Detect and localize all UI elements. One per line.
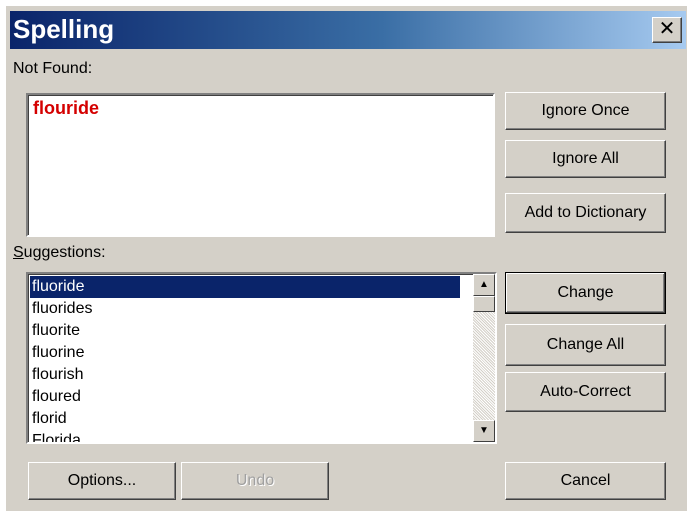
- ignore-all-label: Ignore All: [552, 150, 619, 167]
- spelling-dialog: Spelling ✕ Not Found: flouride Ignore On…: [6, 6, 687, 511]
- ignore-all-button[interactable]: Ignore All: [505, 140, 666, 178]
- up-arrow-icon: ▲: [479, 279, 489, 290]
- add-to-dictionary-button[interactable]: Add to Dictionary: [505, 193, 666, 233]
- list-item[interactable]: fluorides: [30, 298, 460, 320]
- list-item[interactable]: flourish: [30, 364, 460, 386]
- suggestions-label-text: uggestions:: [23, 244, 106, 261]
- change-button[interactable]: Change: [505, 272, 666, 314]
- title-bar[interactable]: Spelling ✕: [10, 11, 686, 49]
- scroll-down-button[interactable]: ▼: [473, 420, 495, 442]
- list-item[interactable]: floured: [30, 386, 460, 408]
- change-all-label: Change All: [546, 336, 625, 353]
- change-all-button[interactable]: Change All: [505, 324, 666, 366]
- scroll-up-button[interactable]: ▲: [473, 274, 495, 296]
- change-label: Change: [557, 284, 614, 301]
- not-found-word: flouride: [33, 98, 99, 118]
- not-found-box[interactable]: flouride: [26, 93, 495, 237]
- options-button[interactable]: Options...: [28, 462, 176, 500]
- undo-button[interactable]: Undo: [181, 462, 329, 500]
- list-item[interactable]: fluorite: [30, 320, 460, 342]
- suggestions-list[interactable]: fluoride fluorides fluorite fluorine flo…: [26, 272, 497, 444]
- down-arrow-icon: ▼: [479, 425, 489, 436]
- suggestions-label: Suggestions:: [13, 244, 106, 262]
- ignore-once-button[interactable]: Ignore Once: [505, 92, 666, 130]
- list-item[interactable]: fluorine: [30, 342, 460, 364]
- ignore-once-label: Ignore Once: [541, 102, 630, 119]
- options-label: Options...: [67, 472, 137, 489]
- auto-correct-label: Auto-Correct: [540, 383, 631, 400]
- scroll-thumb[interactable]: [473, 296, 495, 312]
- close-icon: ✕: [658, 18, 676, 40]
- suggestions-label-accelerator: S: [13, 244, 24, 261]
- cancel-button[interactable]: Cancel: [505, 462, 666, 500]
- add-to-dictionary-label: Add to Dictionary: [524, 204, 647, 221]
- not-found-label: Not Found:: [13, 60, 93, 77]
- list-item[interactable]: fluoride: [30, 276, 460, 298]
- list-item[interactable]: Florida: [30, 430, 460, 442]
- suggestions-scrollbar[interactable]: ▲ ▼: [473, 274, 495, 442]
- dialog-title: Spelling: [13, 14, 115, 44]
- cancel-label: Cancel: [560, 472, 611, 489]
- auto-correct-button[interactable]: Auto-Correct: [505, 372, 666, 412]
- undo-label: Undo: [235, 472, 275, 489]
- close-button[interactable]: ✕: [652, 17, 682, 43]
- list-item[interactable]: florid: [30, 408, 460, 430]
